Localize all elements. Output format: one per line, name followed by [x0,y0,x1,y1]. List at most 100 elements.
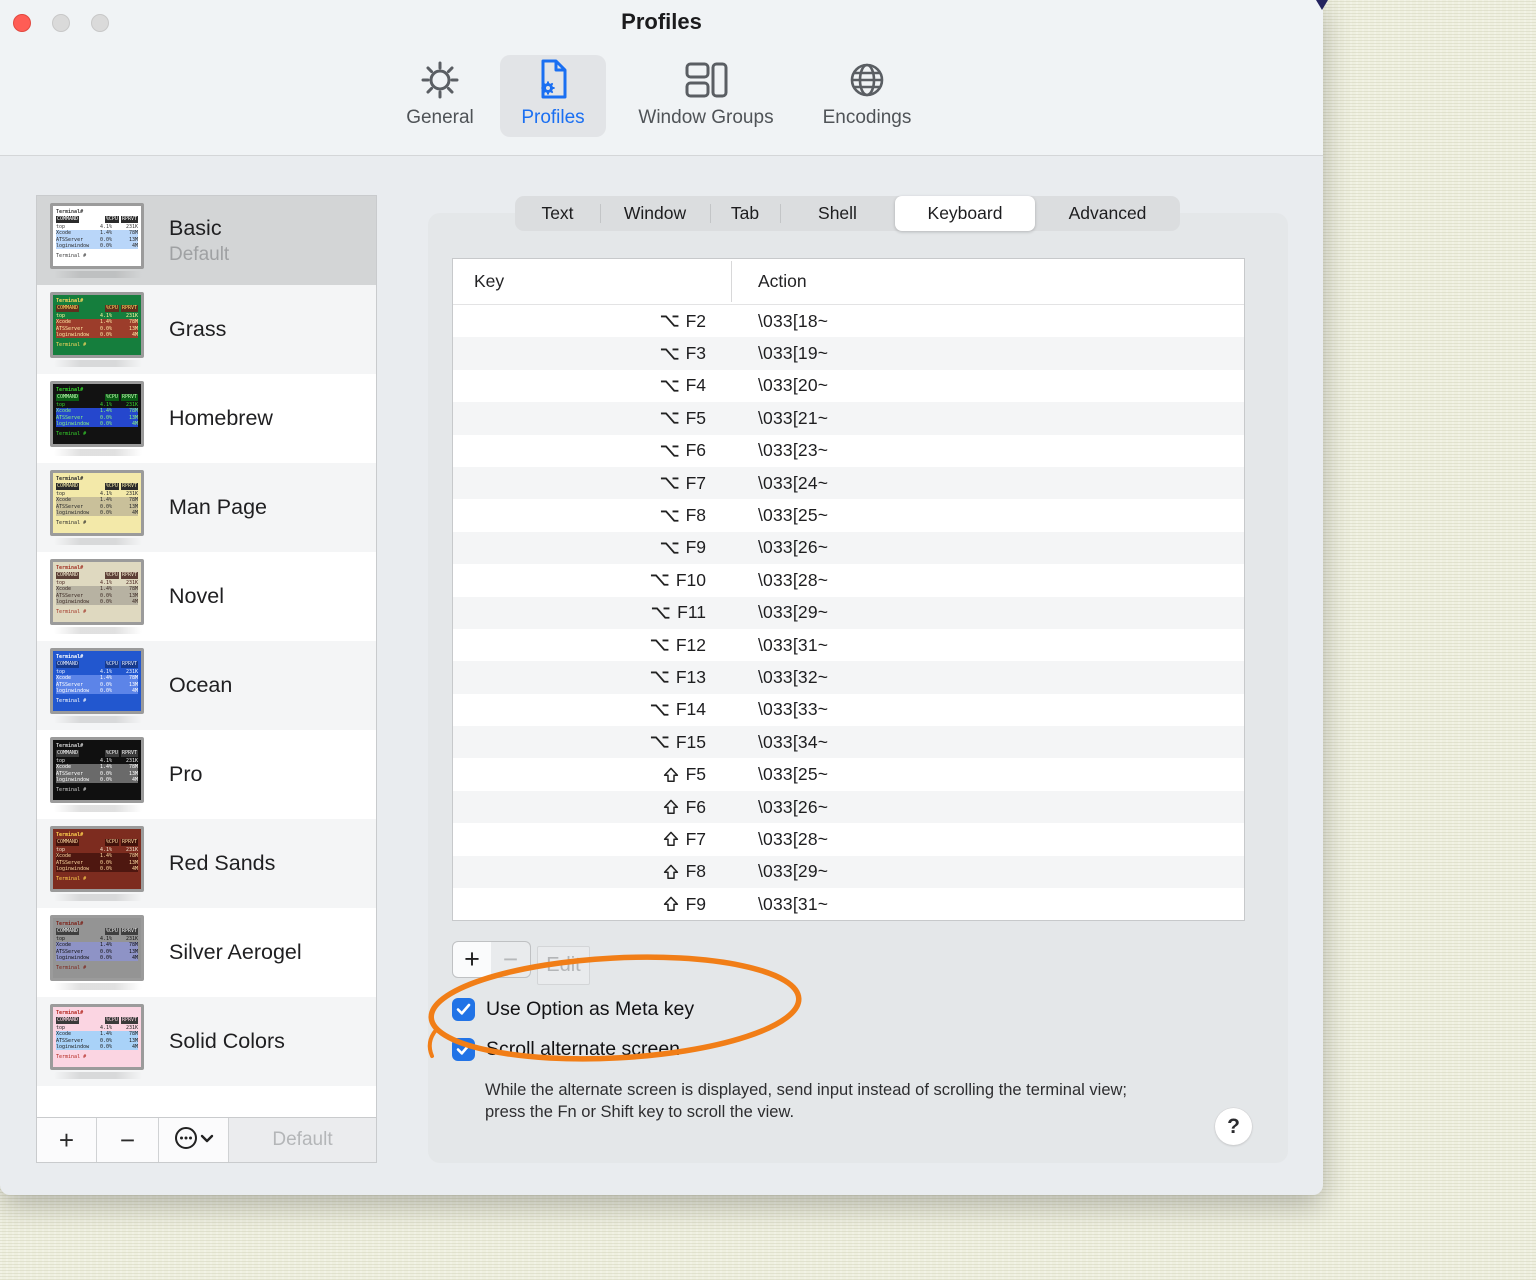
key-cell: F5 [453,764,732,785]
tab-keyboard[interactable]: Keyboard [895,196,1035,231]
preferences-window: Profiles General Profiles Window Groups Enc… [0,0,1323,1195]
key-binding-row-option-f7[interactable]: F7 \033[24~ [453,466,1244,500]
key-binding-row-option-f12[interactable]: F12 \033[31~ [453,629,1244,661]
profile-thumbnail: Terminal# COMMAND %CPU RPRVT top 4.1% 231K Xcod… [50,381,144,447]
key-binding-row-shift-f9[interactable]: F9 \033[31~ [453,888,1244,920]
key-name: F6 [685,796,706,817]
action-cell: \033[28~ [758,828,829,849]
table-header: Key Action [453,259,1244,305]
key-name: F11 [677,602,706,623]
tab-window[interactable]: Window [600,196,710,231]
key-binding-row-option-f2[interactable]: F2 \033[18~ [453,305,1244,337]
option-key-icon [660,314,679,328]
thumbnail-reflection [54,983,142,990]
profile-row-silver-aerogel[interactable]: Terminal# COMMAND %CPU RPRVT top 4.1% 231K Xcod… [37,908,376,997]
profile-thumbnail: Terminal# COMMAND %CPU RPRVT top 4.1% 231K Xcod… [50,1004,144,1070]
key-binding-row-option-f13[interactable]: F13 \033[32~ [453,661,1244,694]
tab-shell[interactable]: Shell [780,196,895,231]
key-name: F4 [685,375,706,396]
action-cell: \033[34~ [758,731,829,752]
toolbar-item-profiles[interactable]: Profiles [500,55,606,137]
key-binding-row-shift-f6[interactable]: F6 \033[26~ [453,790,1244,824]
key-binding-row-option-f15[interactable]: F15 \033[34~ [453,726,1244,759]
option-key-icon [660,444,679,458]
profile-name: Homebrew [169,406,273,430]
key-name: F7 [685,828,706,849]
checkbox-scroll-alternate-screen[interactable]: Scroll alternate screen [452,1038,680,1061]
toolbar-item-general[interactable]: General [396,55,484,137]
window-title: Profiles [621,9,702,34]
add-key-button[interactable]: + [452,941,492,978]
profile-row-red-sands[interactable]: Terminal# COMMAND %CPU RPRVT top 4.1% 231K Xcod… [37,819,376,908]
key-binding-row-option-f11[interactable]: F11 \033[29~ [453,596,1244,629]
alternate-screen-help-text: While the alternate screen is displayed,… [485,1081,1128,1121]
key-binding-row-option-f5[interactable]: F5 \033[21~ [453,402,1244,435]
shift-key-icon [663,896,679,912]
default-button[interactable]: Default [229,1118,376,1162]
window-corner-artifact [1316,0,1328,10]
globe-icon [844,55,890,105]
add-profile-button[interactable]: + [37,1118,97,1162]
key-binding-row-option-f6[interactable]: F6 \033[23~ [453,435,1244,467]
column-header-key[interactable]: Key [453,261,732,302]
window-groups-icon [681,55,731,105]
profile-actions-button[interactable] [159,1118,229,1162]
tab-advanced[interactable]: Advanced [1035,196,1180,231]
remove-profile-button[interactable]: − [97,1118,159,1162]
title-bar: Profiles General Profiles Window Groups Enc… [0,0,1323,156]
key-cell: F9 [453,537,732,558]
profile-row-ocean[interactable]: Terminal# COMMAND %CPU RPRVT top 4.1% 231K Xcod… [37,641,376,730]
key-cell: F15 [453,732,732,753]
key-binding-row-option-f3[interactable]: F3 \033[19~ [453,337,1244,370]
tab-tab[interactable]: Tab [710,196,780,231]
thumbnail-reflection [54,627,142,634]
help-button[interactable]: ? [1215,1108,1252,1145]
profile-row-pro[interactable]: Terminal# COMMAND %CPU RPRVT top 4.1% 231K Xcod… [37,730,376,819]
profile-row-homebrew[interactable]: Terminal# COMMAND %CPU RPRVT top 4.1% 231K Xcod… [37,374,376,463]
checkbox-use-option-as-meta-key[interactable]: Use Option as Meta key [452,998,694,1021]
profile-tabs: Text Window Tab Shell Keyboard Advanced [515,196,1180,231]
action-cell: \033[26~ [758,796,829,817]
key-binding-row-option-f10[interactable]: F10 \033[28~ [453,564,1244,596]
action-cell: \033[33~ [758,699,829,720]
key-cell: F8 [453,861,732,882]
action-cell: \033[32~ [758,666,829,687]
action-cell: \033[29~ [758,602,829,623]
option-key-icon [650,670,669,684]
key-binding-row-option-f9[interactable]: F9 \033[26~ [453,531,1244,565]
gear-icon [417,55,463,105]
profile-name: Man Page [169,495,268,519]
toolbar-item-encodings[interactable]: Encodings [812,55,922,137]
profile-row-solid-colors[interactable]: Terminal# COMMAND %CPU RPRVT top 4.1% 231K Xcod… [37,997,376,1086]
checkbox-checked-icon[interactable] [452,998,475,1021]
key-cell: F11 [453,602,732,623]
profile-thumbnail: Terminal# COMMAND %CPU RPRVT top 4.1% 231K Xcod… [50,826,144,892]
edit-key-button[interactable]: Edit [537,946,590,985]
shift-key-icon [663,864,679,880]
profile-row-novel[interactable]: Terminal# COMMAND %CPU RPRVT top 4.1% 231K Xcod… [37,552,376,641]
key-binding-row-option-f4[interactable]: F4 \033[20~ [453,370,1244,402]
key-binding-row-shift-f7[interactable]: F7 \033[28~ [453,823,1244,855]
remove-key-button[interactable]: − [491,941,531,978]
profile-row-basic[interactable]: Terminal# COMMAND %CPU RPRVT top 4.1% 231K Xcod… [37,196,376,285]
key-binding-row-option-f14[interactable]: F14 \033[33~ [453,694,1244,726]
action-cell: \033[18~ [758,310,829,331]
column-header-action[interactable]: Action [732,271,807,292]
option-key-icon [650,573,669,587]
profile-row-man-page[interactable]: Terminal# COMMAND %CPU RPRVT top 4.1% 231K Xcod… [37,463,376,552]
profile-name: Ocean [169,673,233,697]
key-name: F13 [675,666,706,687]
option-key-icon [660,476,679,490]
key-binding-row-shift-f8[interactable]: F8 \033[29~ [453,855,1244,889]
key-cell: F4 [453,375,732,396]
tab-text[interactable]: Text [515,196,600,231]
action-cell: \033[28~ [758,569,829,590]
key-binding-row-option-f8[interactable]: F8 \033[25~ [453,499,1244,531]
profile-row-grass[interactable]: Terminal# COMMAND %CPU RPRVT top 4.1% 231K Xcod… [37,285,376,374]
checkbox-checked-icon[interactable] [452,1038,475,1061]
key-binding-row-shift-f5[interactable]: F5 \033[25~ [453,758,1244,790]
toolbar-item-window-groups[interactable]: Window Groups [624,55,788,137]
key-name: F3 [685,343,706,364]
key-cell: F6 [453,440,732,461]
option-key-icon [651,606,670,620]
